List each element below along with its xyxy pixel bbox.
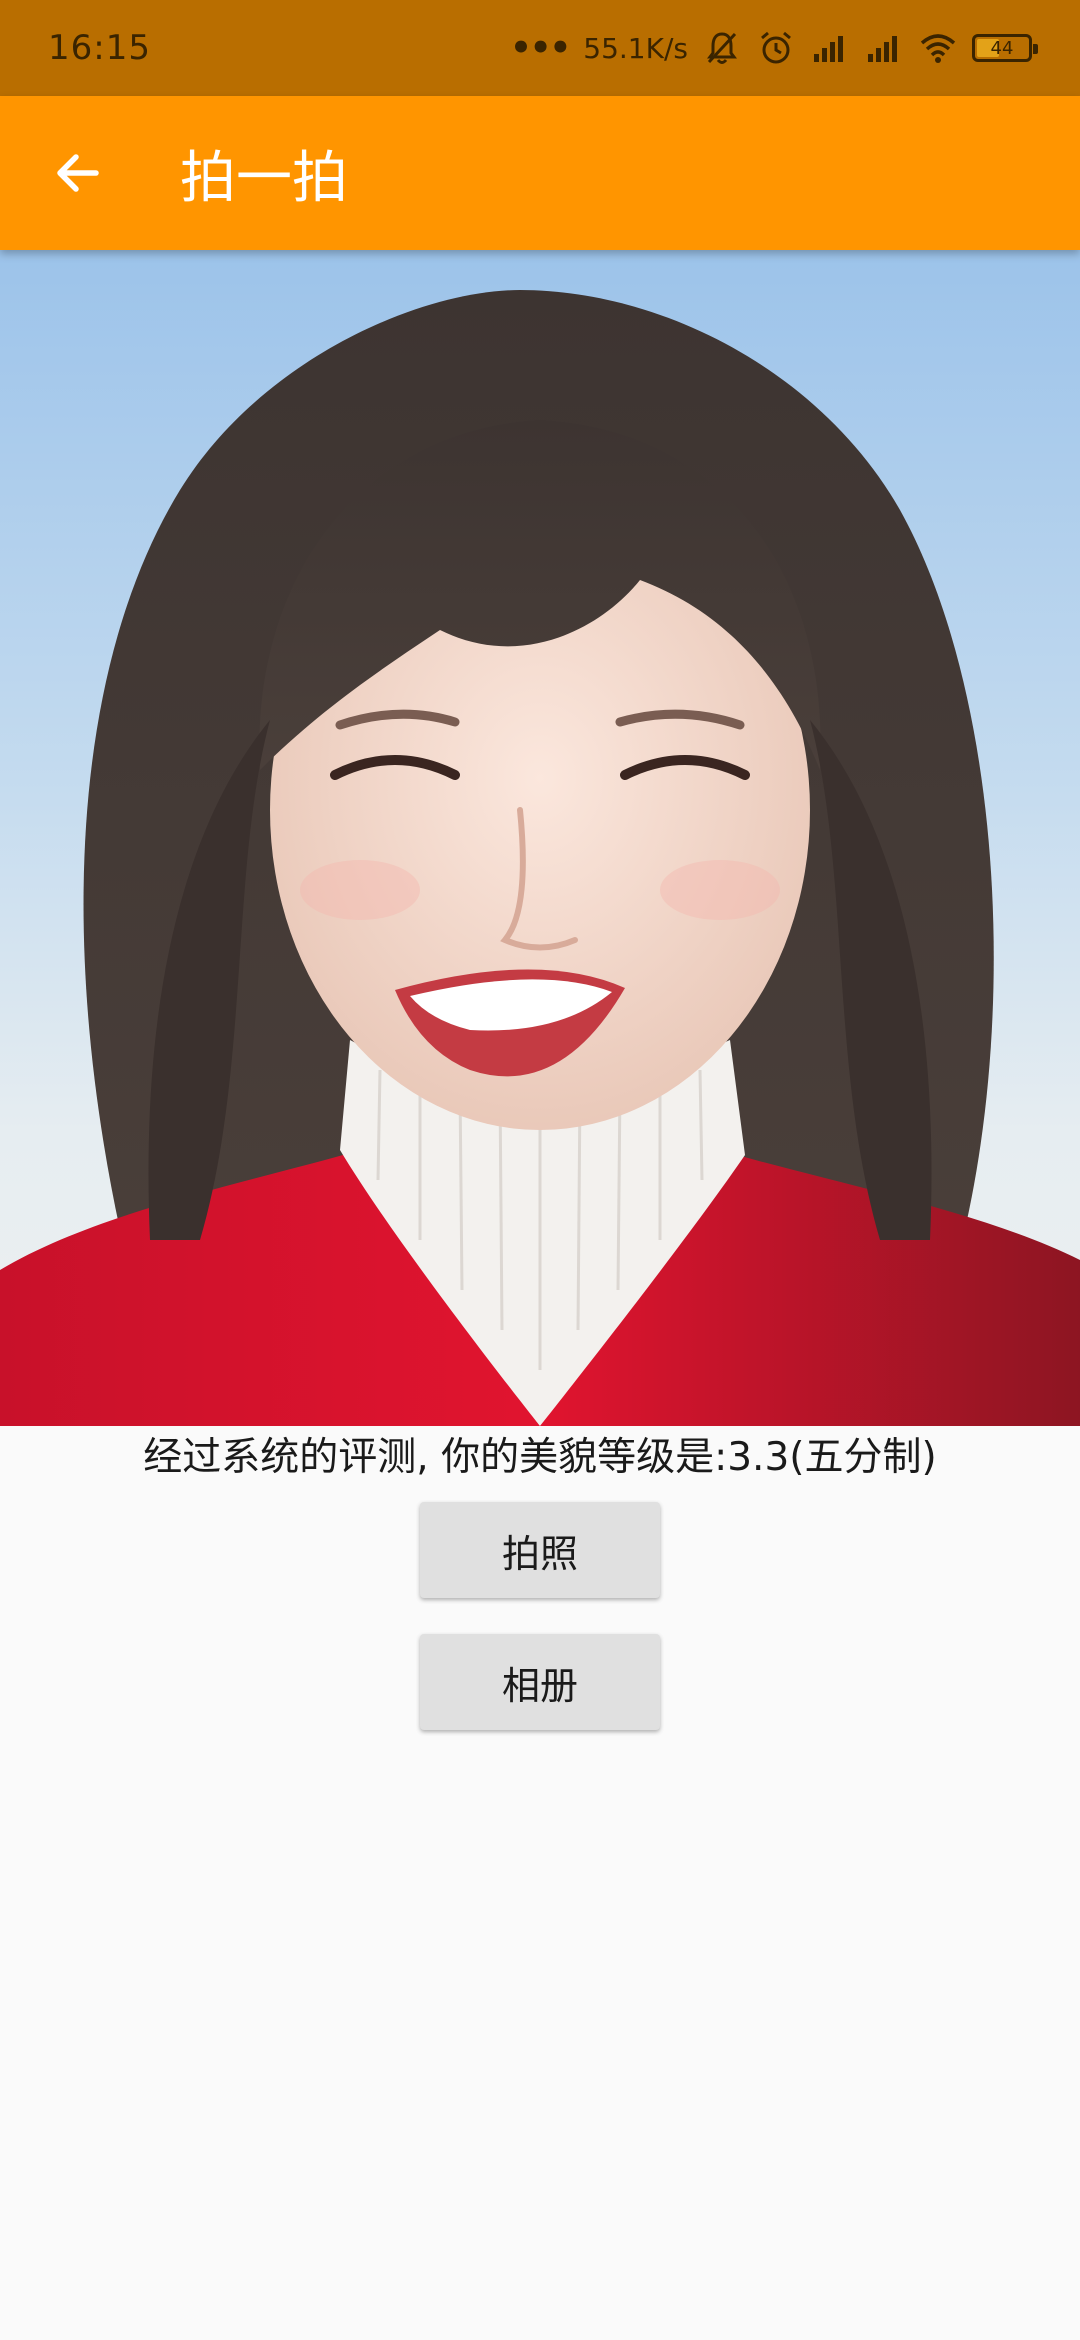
signal-icon: [814, 36, 843, 62]
status-time: 16:15: [48, 28, 151, 68]
beauty-score-result: 经过系统的评测, 你的美貌等级是:3.3(五分制): [143, 1435, 937, 1480]
battery-icon: 44: [972, 34, 1038, 62]
more-dots-icon: •••: [510, 28, 571, 68]
battery-level: 44: [990, 37, 1014, 59]
portrait-photo: [0, 250, 1080, 1426]
status-icons: ••• 55.1K/s 44: [510, 28, 1038, 68]
app-bar: 拍一拍: [0, 96, 1080, 250]
page-title: 拍一拍: [180, 145, 348, 211]
portrait-illustration: [0, 290, 1080, 1426]
album-button[interactable]: 相册: [420, 1634, 660, 1730]
alarm-icon: [761, 31, 791, 64]
network-speed: 55.1K/s: [583, 31, 688, 65]
signal-icon-2: [868, 36, 897, 62]
take-photo-button[interactable]: 拍照: [420, 1502, 660, 1598]
status-bar: 16:15 ••• 55.1K/s 44: [0, 0, 1080, 96]
back-button[interactable]: [18, 96, 138, 250]
bell-muted-icon: [707, 32, 737, 64]
wifi-icon: [920, 34, 956, 63]
arrow-left-icon: [57, 154, 99, 192]
